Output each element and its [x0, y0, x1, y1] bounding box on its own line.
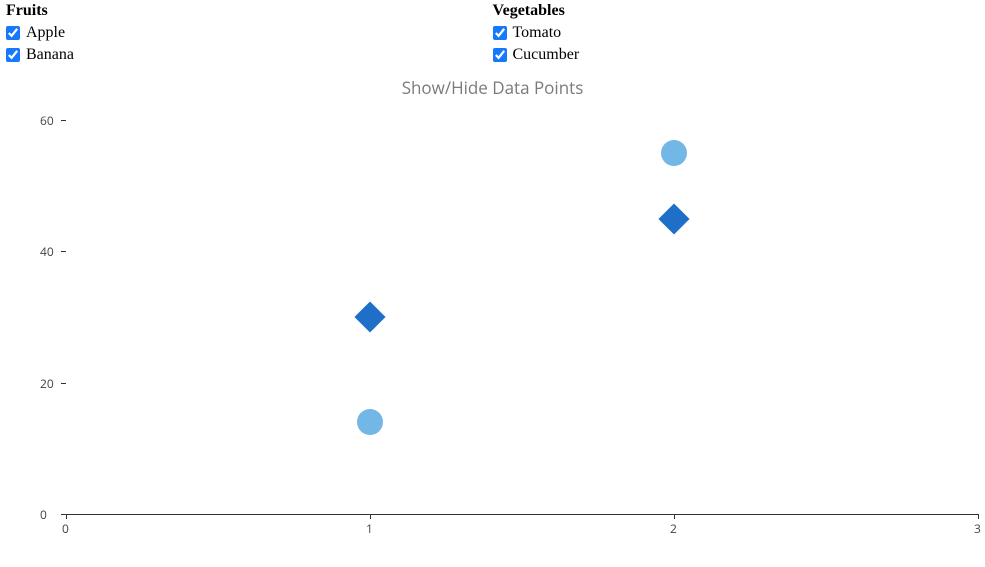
x-tick-label: 3: [974, 520, 981, 537]
toggle-tomato[interactable]: Tomato: [493, 22, 980, 44]
checkbox-apple[interactable]: [6, 26, 20, 40]
y-tick-label: 60: [40, 112, 54, 129]
data-point-tomato: [354, 301, 385, 332]
checkbox-cucumber[interactable]: [493, 48, 507, 62]
toggle-label: Banana: [26, 44, 74, 66]
checkbox-banana[interactable]: [6, 48, 20, 62]
x-tick: [370, 514, 371, 519]
group-vegetables: Vegetables Tomato Cucumber: [493, 2, 980, 66]
x-tick-label: 0: [62, 520, 69, 537]
group-title-vegetables: Vegetables: [493, 2, 980, 20]
y-tick: [61, 120, 66, 121]
data-point-cucumber: [658, 203, 689, 234]
group-title-fruits: Fruits: [6, 2, 493, 20]
group-fruits: Fruits Apple Banana: [6, 2, 493, 66]
series-toggle-panel: Fruits Apple Banana Vegetables Tomato Cu…: [0, 0, 985, 70]
toggle-apple[interactable]: Apple: [6, 22, 493, 44]
x-axis-line: [66, 514, 978, 515]
y-tick-label: 0: [40, 506, 47, 523]
x-tick-label: 1: [366, 520, 373, 537]
toggle-label: Tomato: [513, 22, 562, 44]
toggle-label: Apple: [26, 22, 65, 44]
scatter-plot: 0 20 40 60 0 1 2 3: [0, 108, 985, 567]
chart-title: Show/Hide Data Points: [0, 76, 985, 99]
x-tick: [674, 514, 675, 519]
toggle-label: Cucumber: [513, 44, 580, 66]
x-tick: [978, 514, 979, 519]
y-tick-label: 40: [40, 243, 54, 260]
data-point-apple: [357, 409, 383, 435]
toggle-banana[interactable]: Banana: [6, 44, 493, 66]
y-tick-label: 20: [40, 375, 54, 392]
y-tick: [61, 383, 66, 384]
checkbox-tomato[interactable]: [493, 26, 507, 40]
y-tick: [61, 251, 66, 252]
x-tick-label: 2: [670, 520, 677, 537]
x-tick: [66, 514, 67, 519]
toggle-cucumber[interactable]: Cucumber: [493, 44, 980, 66]
data-point-banana: [661, 140, 687, 166]
